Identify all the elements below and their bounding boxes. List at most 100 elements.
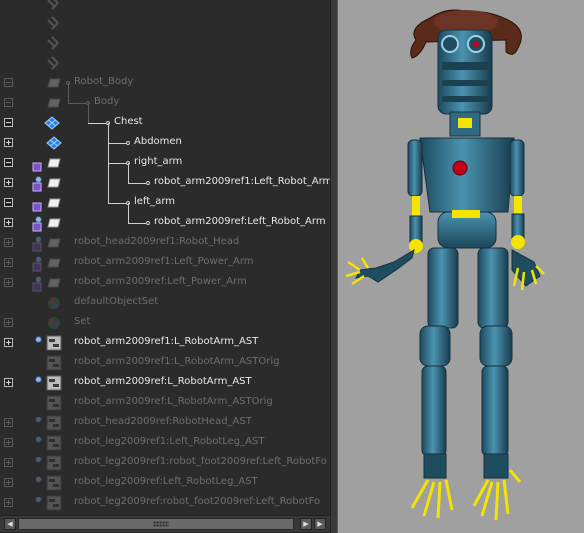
outliner-item-label: robot_leg2009ref:Left_RobotLeg_AST	[74, 476, 258, 487]
outliner-row[interactable]: robot_arm2009ref:L_RobotArm_AST	[0, 373, 330, 393]
expand-toggle-icon[interactable]	[4, 278, 13, 287]
outliner-row[interactable]: robot_leg2009ref1:Left_RobotLeg_AST	[0, 433, 330, 453]
outliner-row[interactable]	[0, 13, 330, 33]
expand-toggle-icon[interactable]	[4, 338, 13, 347]
scrollbar-thumb[interactable]	[18, 518, 294, 530]
left-leg	[410, 247, 459, 519]
outliner-item-label: robot_arm2009ref1:L_RobotArm_ASTOrig	[74, 356, 280, 367]
expand-toggle-icon[interactable]	[4, 258, 13, 267]
torso	[419, 111, 515, 249]
reference-badge-icon	[35, 476, 42, 483]
outliner-item-label: defaultObjectSet	[74, 296, 159, 307]
outliner-row[interactable]: defaultObjectSet	[0, 293, 330, 313]
reference-badge-icon	[35, 436, 42, 443]
outliner-row[interactable]: robot_arm2009ref1:Left_Power_Arm	[0, 253, 330, 273]
tree-connector-line	[88, 123, 106, 124]
mesh-icon	[46, 175, 62, 191]
asset-icon	[46, 375, 62, 391]
asset-icon	[46, 335, 62, 351]
outliner-row[interactable]	[0, 53, 330, 73]
outliner-row[interactable]: robot_arm2009ref1:L_RobotArm_AST	[0, 333, 330, 353]
outliner-item-label: Robot_Body	[74, 76, 134, 87]
expand-toggle-icon[interactable]	[4, 238, 13, 247]
outliner-item-label: robot_head2009ref:RobotHead_AST	[74, 416, 252, 427]
outliner-row[interactable]	[0, 33, 330, 53]
outliner-item-label: robot_leg2009ref1:Left_RobotLeg_AST	[74, 436, 265, 447]
outliner-item-label: robot_leg2009ref:robot_foot2009ref:Left_…	[74, 496, 321, 507]
mesh-icon	[46, 255, 62, 271]
mesh-icon	[46, 235, 62, 251]
outliner-row[interactable]: Set	[0, 313, 330, 333]
outliner-item-label: robot_head2009ref1:Robot_Head	[74, 236, 240, 247]
outliner-item-label: robot_arm2009ref:Left_Power_Arm	[74, 276, 247, 287]
outliner-item-label: right_arm	[134, 156, 183, 167]
tree-connector-line	[128, 183, 146, 184]
cube-icon	[32, 222, 42, 232]
expand-toggle-icon[interactable]	[4, 218, 13, 227]
expand-toggle-icon[interactable]	[4, 478, 13, 487]
outliner-row[interactable]: Robot_Body	[0, 73, 330, 93]
set-icon	[46, 295, 62, 311]
joint-icon	[46, 0, 62, 11]
scroll-right-button[interactable]: ▶	[300, 518, 312, 530]
reference-badge-icon	[35, 416, 42, 423]
outliner-item-label: robot_leg2009ref1:robot_foot2009ref:Left…	[74, 456, 327, 467]
mesh-icon	[46, 95, 62, 111]
joint-icon	[46, 55, 62, 71]
expand-toggle-icon[interactable]	[4, 378, 13, 387]
reference-badge-icon	[35, 336, 42, 343]
outliner-row[interactable]: Chest	[0, 113, 330, 133]
3d-viewport[interactable]	[338, 0, 584, 533]
outliner-row[interactable]	[0, 0, 330, 13]
outliner-row[interactable]: Body	[0, 93, 330, 113]
horizontal-scrollbar[interactable]: ◀ ▶ ▶	[0, 515, 330, 532]
tree-connector-line	[128, 223, 146, 224]
outliner-item-label: robot_arm2009ref:L_RobotArm_ASTOrig	[74, 396, 273, 407]
reference-badge-icon	[35, 496, 42, 503]
tree-connector-line	[68, 83, 69, 103]
expand-toggle-icon[interactable]	[4, 178, 13, 187]
outliner-row[interactable]: robot_arm2009ref:Left_Power_Arm	[0, 273, 330, 293]
cube-icon	[32, 202, 42, 212]
collapse-toggle-icon[interactable]	[4, 158, 13, 167]
tree-connector-line	[68, 103, 86, 104]
outliner-row[interactable]: robot_head2009ref:RobotHead_AST	[0, 413, 330, 433]
collapse-toggle-icon[interactable]	[4, 198, 13, 207]
collapse-toggle-icon[interactable]	[4, 118, 13, 127]
outliner-row[interactable]: right_arm	[0, 153, 330, 173]
expand-toggle-icon[interactable]	[4, 318, 13, 327]
asset-icon	[46, 415, 62, 431]
expand-toggle-icon[interactable]	[4, 418, 13, 427]
outliner-item-label: Chest	[114, 116, 143, 127]
tree-connector-line	[108, 203, 126, 204]
cube-icon	[32, 282, 42, 292]
outliner-row[interactable]: robot_arm2009ref:L_RobotArm_ASTOrig	[0, 393, 330, 413]
right-arm	[509, 139, 545, 291]
expand-toggle-icon[interactable]	[4, 438, 13, 447]
outliner-row[interactable]: robot_arm2009ref1:L_RobotArm_ASTOrig	[0, 353, 330, 373]
scroll-right-end-button[interactable]: ▶	[314, 518, 326, 530]
collapse-toggle-icon[interactable]	[4, 98, 13, 107]
tree-node-dot	[146, 181, 150, 185]
expand-toggle-icon[interactable]	[4, 458, 13, 467]
scroll-left-button[interactable]: ◀	[4, 518, 16, 530]
expand-toggle-icon[interactable]	[4, 138, 13, 147]
set-icon	[46, 315, 62, 331]
outliner-row[interactable]: left_arm	[0, 193, 330, 213]
expand-toggle-icon[interactable]	[4, 498, 13, 507]
outliner-row[interactable]: robot_leg2009ref1:robot_foot2009ref:Left…	[0, 453, 330, 473]
asset-icon	[46, 495, 62, 511]
outliner-row[interactable]: robot_arm2009ref1:Left_Robot_Arm	[0, 173, 330, 193]
outliner-row[interactable]: robot_leg2009ref:robot_foot2009ref:Left_…	[0, 493, 330, 513]
outliner-row[interactable]: robot_head2009ref1:Robot_Head	[0, 233, 330, 253]
outliner-row[interactable]: robot_arm2009ref:Left_Robot_Arm	[0, 213, 330, 233]
outliner-item-label: robot_arm2009ref1:Left_Robot_Arm	[154, 176, 330, 187]
asset-icon	[46, 475, 62, 491]
right-leg	[472, 247, 522, 521]
collapse-toggle-icon[interactable]	[4, 78, 13, 87]
outliner-row[interactable]: Abdomen	[0, 133, 330, 153]
mesh-icon	[46, 195, 62, 211]
panel-divider[interactable]	[330, 0, 338, 533]
outliner-row[interactable]: robot_leg2009ref:Left_RobotLeg_AST	[0, 473, 330, 493]
outliner-item-label: Body	[94, 96, 120, 107]
